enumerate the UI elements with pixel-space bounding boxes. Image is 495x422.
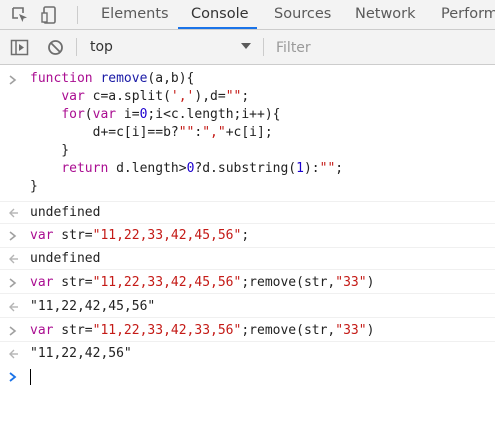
code-token: remove (92, 71, 148, 86)
code-line: var str="11,22,33,42,33,56";remove(str,"… (30, 322, 374, 340)
code-token: return (61, 161, 109, 176)
toolbar-divider (76, 38, 77, 56)
code-token: ),d= (194, 89, 226, 104)
clear-console-icon[interactable] (46, 38, 66, 58)
console-input-entry: var str="11,22,33,42,33,56";remove(str,"… (0, 318, 495, 342)
console-result-entry: "11,22,42,45,56" (0, 294, 495, 318)
code-token: +c[i]; (225, 125, 273, 140)
console-result-entry: undefined (0, 248, 495, 270)
chevron-right-icon (7, 230, 19, 242)
code-token: var (30, 323, 54, 338)
code-token: ): (303, 161, 320, 176)
devtools-tab-bar: Elements Console Sources Network Perform… (0, 0, 495, 30)
code-line: } (30, 179, 38, 194)
active-tab-indicator (178, 27, 257, 29)
code-token: c=a.split( (84, 89, 171, 104)
code-token: "11,22,33,42,45,56" (92, 228, 242, 243)
code-token: ;remove(str, (241, 323, 336, 338)
code-token: str= (53, 323, 93, 338)
chevron-right-icon (7, 74, 19, 86)
chevron-right-icon (7, 325, 19, 337)
code-token: "" (319, 161, 336, 176)
code-token: "" (225, 89, 242, 104)
code-block: function remove(a,b){ var c=a.split(',')… (30, 70, 343, 196)
code-token: "" (178, 125, 195, 140)
console-result-entry: undefined (0, 202, 495, 224)
code-token: ; (241, 89, 250, 104)
tab-network[interactable]: Network (355, 0, 416, 29)
console-messages: function remove(a,b){ var c=a.split(',')… (0, 65, 495, 422)
tab-sources[interactable]: Sources (274, 0, 331, 29)
tab-performance[interactable]: Performa (441, 0, 495, 29)
code-token: d.length> (108, 161, 187, 176)
result-value: undefined (30, 251, 101, 266)
code-token: str= (53, 275, 93, 290)
tab-elements[interactable]: Elements (101, 0, 169, 29)
device-toolbar-icon[interactable] (40, 5, 60, 25)
code-token: "11,22,33,42,33,56" (92, 323, 242, 338)
code-token: var (61, 89, 85, 104)
console-result-entry: "11,22,42,56" (0, 342, 495, 364)
code-token: "33" (335, 323, 367, 338)
filter-input[interactable]: Filter (276, 40, 311, 56)
code-token: ; (335, 161, 344, 176)
code-token: ) (366, 275, 375, 290)
result-value: undefined (30, 205, 101, 220)
result-value: "11,22,42,45,56" (30, 299, 156, 314)
chevron-right-icon (7, 371, 19, 383)
code-line: var str="11,22,33,42,45,56"; (30, 227, 249, 245)
code-token: "11,22,33,42,45,56" (92, 275, 242, 290)
code-token: ',' (170, 89, 195, 104)
console-sidebar-icon[interactable] (10, 38, 30, 58)
console-input-entry: var str="11,22,33,42,45,56";remove(str,"… (0, 270, 495, 294)
code-token: (a,b){ (147, 71, 195, 86)
code-line: } (30, 143, 70, 158)
result-arrow-icon (7, 301, 19, 313)
chevron-right-icon (7, 277, 19, 289)
code-token: for (61, 107, 85, 122)
console-toolbar: top Filter (0, 30, 495, 65)
code-token: str= (53, 228, 93, 243)
tab-console[interactable]: Console (191, 0, 249, 29)
code-line: var str="11,22,33,42,45,56";remove(str,"… (30, 274, 374, 292)
console-prompt-input[interactable] (30, 369, 31, 385)
code-token: var (92, 107, 117, 122)
dropdown-arrow-icon[interactable] (240, 40, 252, 52)
code-token: ( (84, 107, 93, 122)
toolbar-divider (263, 38, 264, 56)
context-selector[interactable]: top (90, 39, 113, 55)
code-token: ) (366, 323, 375, 338)
code-token: function (30, 71, 93, 86)
result-arrow-icon (7, 207, 19, 219)
result-value: "11,22,42,56" (30, 346, 132, 361)
code-token: ;remove(str, (241, 275, 336, 290)
code-token: ?d.substring( (194, 161, 297, 176)
code-token: ; (241, 228, 250, 243)
result-arrow-icon (7, 348, 19, 360)
code-token: i= (116, 107, 140, 122)
code-token: d+=c[i]==b? (92, 125, 179, 140)
code-token: 1 (296, 161, 304, 176)
console-input-entry: var str="11,22,33,42,45,56"; (0, 224, 495, 248)
inspect-element-icon[interactable] (10, 5, 30, 25)
code-token: "33" (335, 275, 367, 290)
code-token: var (30, 228, 54, 243)
code-token: ;i<c.length;i++){ (147, 107, 281, 122)
code-token: "," (202, 125, 226, 140)
toolbar-divider (77, 6, 78, 24)
console-input-entry: function remove(a,b){ var c=a.split(',')… (0, 65, 495, 202)
code-token: var (30, 275, 54, 290)
result-arrow-icon (7, 253, 19, 265)
